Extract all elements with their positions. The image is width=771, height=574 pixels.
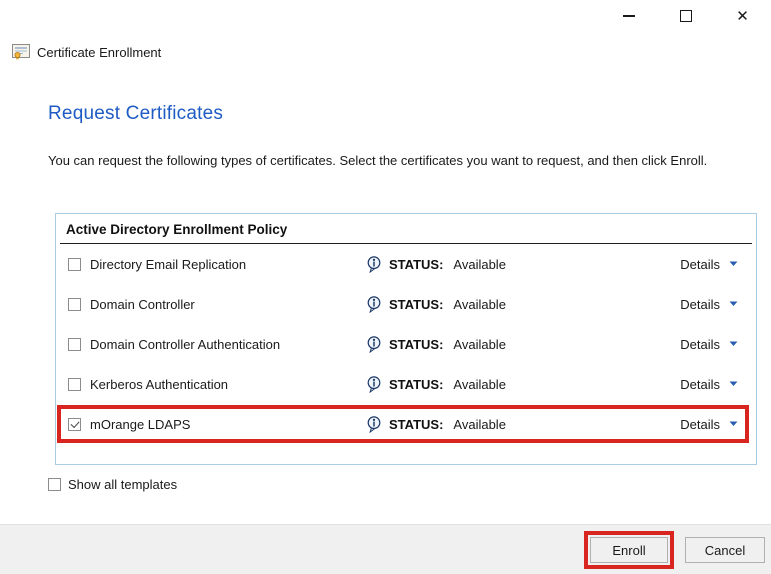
info-icon (367, 255, 381, 273)
status-value: Available (453, 416, 506, 432)
footer-bar: Enroll Cancel (0, 524, 771, 574)
details-label: Details (680, 416, 720, 432)
template-status-cell: STATUS: Available (366, 255, 621, 273)
chevron-down-icon (729, 261, 738, 266)
info-icon (367, 375, 381, 393)
close-icon: ✕ (736, 7, 749, 25)
window-controls: ✕ (600, 5, 771, 27)
template-name-cell: mOrange LDAPS (68, 417, 366, 432)
chevron-down-icon (729, 421, 738, 426)
status-label: STATUS: (389, 376, 444, 392)
template-name: mOrange LDAPS (90, 416, 191, 432)
cancel-button[interactable]: Cancel (685, 537, 765, 563)
chevron-down-icon (729, 341, 738, 346)
status-label: STATUS: (389, 256, 444, 272)
status-label: STATUS: (389, 296, 444, 312)
details-label: Details (680, 336, 720, 352)
template-name: Domain Controller (90, 296, 195, 312)
details-label: Details (680, 256, 720, 272)
status-value: Available (453, 376, 506, 392)
table-row: Domain Controller Authentication STATUS:… (56, 324, 756, 364)
show-all-templates-checkbox[interactable] (48, 478, 61, 491)
template-name: Directory Email Replication (90, 256, 247, 272)
template-status-cell: STATUS: Available (366, 295, 621, 313)
minimize-icon (622, 15, 635, 17)
template-name-cell: Directory Email Replication (68, 257, 366, 272)
status-value: Available (453, 296, 506, 312)
details-toggle[interactable]: Details (680, 337, 738, 352)
template-list: Directory Email Replication STATUS: Avai… (56, 244, 756, 444)
details-label: Details (680, 376, 720, 392)
chevron-down-icon (729, 301, 738, 306)
show-all-templates-label: Show all templates (68, 477, 178, 492)
details-toggle[interactable]: Details (680, 257, 738, 272)
info-icon (367, 295, 381, 313)
chevron-down-icon (729, 381, 738, 386)
details-toggle[interactable]: Details (680, 417, 738, 432)
template-checkbox[interactable] (68, 417, 81, 431)
template-checkbox[interactable] (68, 297, 81, 311)
status-label: STATUS: (389, 416, 444, 432)
minimize-button[interactable] (600, 5, 657, 27)
table-row: mOrange LDAPS STATUS: Available Details (56, 404, 756, 444)
table-row: Kerberos Authentication STATUS: Availabl… (56, 364, 756, 404)
info-icon (367, 415, 381, 433)
template-status-cell: STATUS: Available (366, 375, 621, 393)
template-checkbox[interactable] (68, 257, 81, 271)
certificate-icon (12, 44, 30, 60)
template-status-cell: STATUS: Available (366, 335, 621, 353)
template-name-cell: Domain Controller (68, 297, 366, 312)
maximize-icon (679, 10, 692, 22)
details-toggle[interactable]: Details (680, 297, 738, 312)
page-description: You can request the following types of c… (48, 153, 708, 168)
template-checkbox[interactable] (68, 377, 81, 391)
app-header: Certificate Enrollment (12, 44, 161, 60)
page-title: Request Certificates (48, 103, 224, 124)
status-value: Available (453, 256, 506, 272)
details-toggle[interactable]: Details (680, 377, 738, 392)
table-row: Directory Email Replication STATUS: Avai… (56, 244, 756, 284)
enroll-button[interactable]: Enroll (590, 537, 668, 563)
close-button[interactable]: ✕ (714, 5, 771, 27)
status-label: STATUS: (389, 336, 444, 352)
maximize-button[interactable] (657, 5, 714, 27)
policy-panel-title: Active Directory Enrollment Policy (66, 222, 288, 237)
title-bar: ✕ (0, 0, 771, 32)
app-title: Certificate Enrollment (37, 44, 162, 60)
template-checkbox[interactable] (68, 337, 81, 351)
table-row: Domain Controller STATUS: Available Deta… (56, 284, 756, 324)
template-name: Kerberos Authentication (90, 376, 229, 392)
template-name: Domain Controller Authentication (90, 336, 281, 352)
template-status-cell: STATUS: Available (366, 415, 621, 433)
details-label: Details (680, 296, 720, 312)
info-icon (367, 335, 381, 353)
template-name-cell: Kerberos Authentication (68, 377, 366, 392)
enrollment-policy-panel: Active Directory Enrollment Policy Direc… (55, 213, 757, 465)
template-name-cell: Domain Controller Authentication (68, 337, 366, 352)
status-value: Available (453, 336, 506, 352)
show-all-templates: Show all templates (48, 477, 177, 492)
